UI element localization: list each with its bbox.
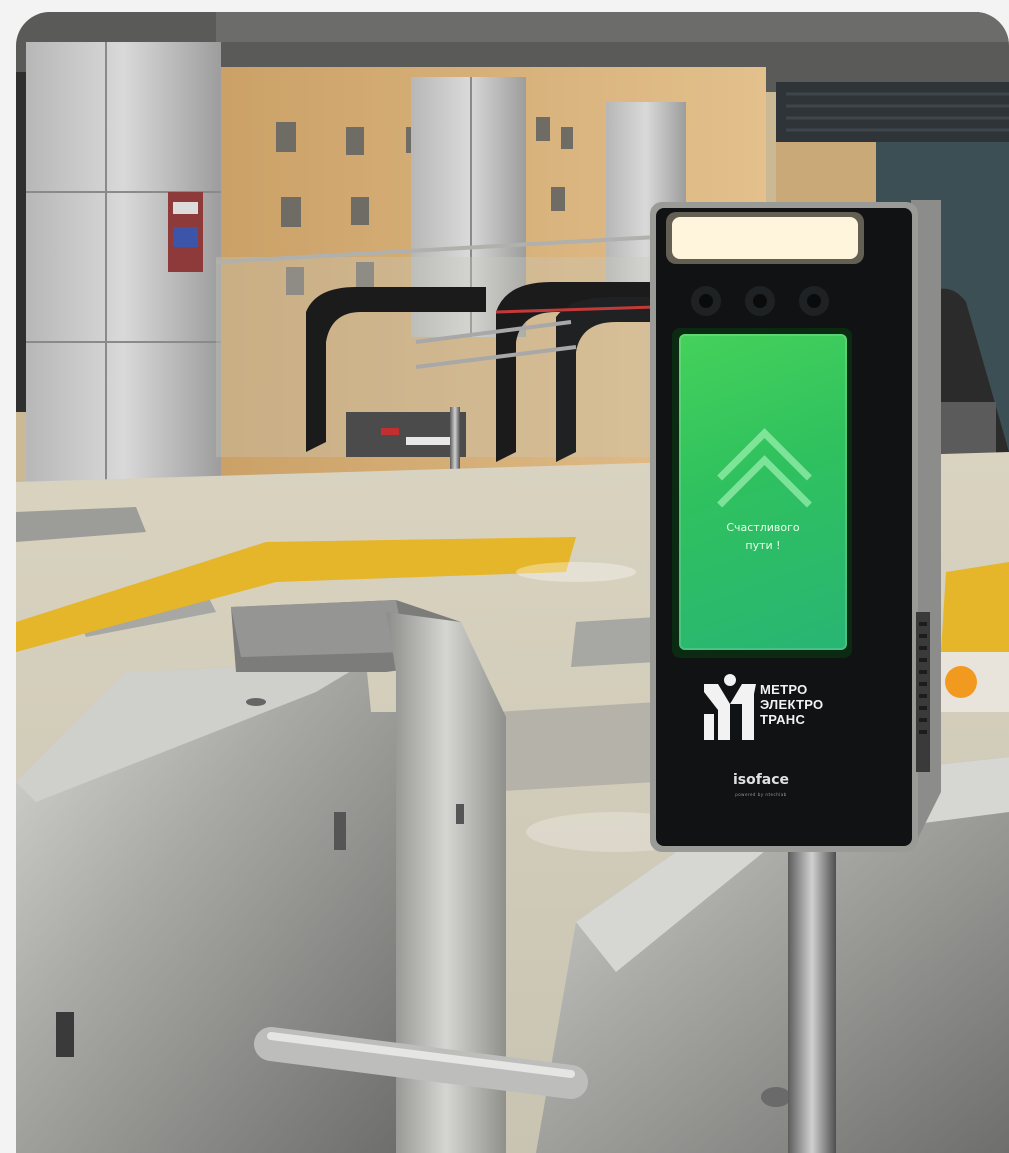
terminal-brand-sub: powered by ntechlab [735,792,787,797]
greeting-line-2: пути ! [745,539,781,552]
terminal-display: Счастливого пути ! [679,334,847,650]
metro-station-scene [16,12,1009,1153]
photo-frame: Счастливого пути ! МЕТРО ЭЛЕКТРО ТРАНС i… [16,12,1009,1153]
greeting-line-1: Счастливого [726,521,800,534]
terminal-brand: isoface [732,772,790,788]
logo-line-2: ЭЛЕКТРО [760,697,824,712]
operator-logo-text: МЕТРО ЭЛЕКТРО ТРАНС [760,682,823,727]
logo-line-1: МЕТРО [760,682,808,697]
logo-line-3: ТРАНС [760,712,806,727]
